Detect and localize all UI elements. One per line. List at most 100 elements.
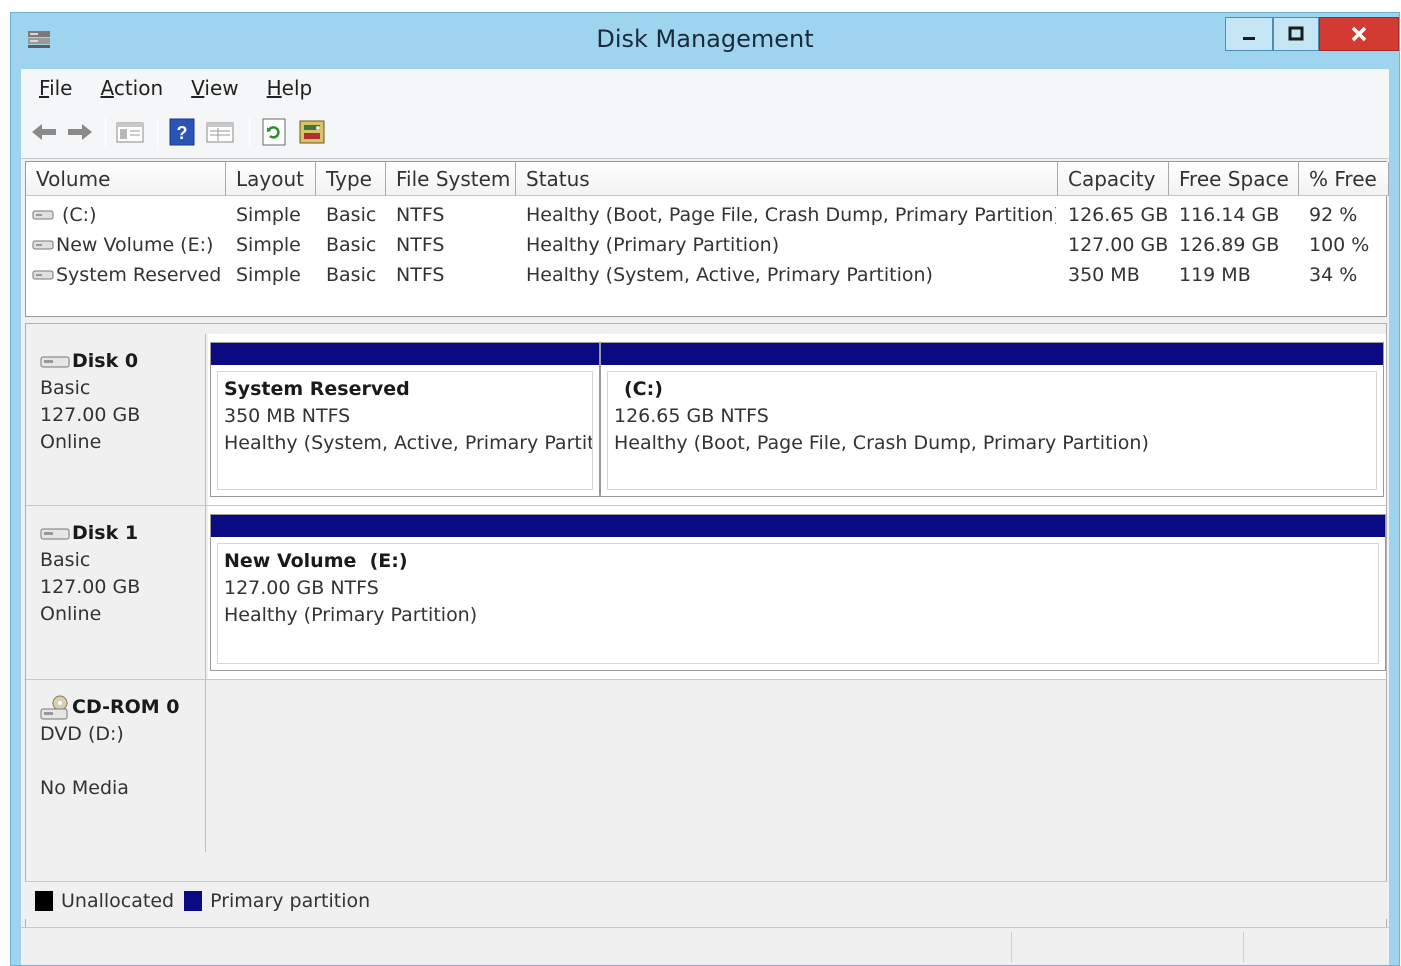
volume-name: (C:) <box>62 204 97 226</box>
back-icon[interactable] <box>29 117 59 147</box>
close-button[interactable] <box>1319 17 1399 51</box>
disk-state: Online <box>40 431 102 453</box>
refresh-icon[interactable] <box>259 117 289 147</box>
column-header-capacity[interactable]: Capacity <box>1058 162 1169 196</box>
svg-text:?: ? <box>177 123 188 143</box>
volume-status: Healthy (Boot, Page File, Crash Dump, Pr… <box>526 204 1056 226</box>
status-bar-panel <box>1243 932 1244 962</box>
legend-bar: Unallocated Primary partition <box>25 881 1387 919</box>
volume-free-space: 126.89 GB <box>1179 234 1280 256</box>
partition-system-reserved[interactable]: System Reserved 350 MB NTFS Healthy (Sys… <box>210 342 600 497</box>
disk-partitions-area: New Volume (E:) 127.00 GB NTFS Healthy (… <box>208 506 1386 679</box>
properties-icon[interactable] <box>205 117 235 147</box>
table-row[interactable]: System Reserved <box>32 260 226 290</box>
volume-file-system: NTFS <box>396 204 445 226</box>
column-header-volume[interactable]: Volume <box>26 162 226 196</box>
disk-row-cdrom-0: CD-ROM 0 DVD (D:) No Media <box>26 680 1386 852</box>
volume-percent-free: 34 % <box>1309 264 1358 286</box>
volume-file-system: NTFS <box>396 234 445 256</box>
partition-details: New Volume (E:) 127.00 GB NTFS Healthy (… <box>217 543 1379 664</box>
primary-partition-bar <box>211 343 599 365</box>
partition-size: 127.00 GB NTFS <box>224 577 379 599</box>
primary-partition-bar <box>211 515 1385 537</box>
volume-status: Healthy (Primary Partition) <box>526 234 780 256</box>
disk-info-panel[interactable]: Disk 1 Basic 127.00 GB Online <box>26 506 206 679</box>
volume-type: Basic <box>326 264 377 286</box>
column-header-type[interactable]: Type <box>316 162 386 196</box>
menu-action[interactable]: Action <box>100 76 163 100</box>
disk-graphical-view: Disk 0 Basic 127.00 GB Online System Res… <box>25 323 1387 949</box>
disk-type: Basic <box>40 377 91 399</box>
table-row[interactable]: New Volume (E:) <box>32 230 226 260</box>
menu-help[interactable]: Help <box>267 76 313 100</box>
table-row[interactable]: (C:) <box>32 200 226 230</box>
volume-layout: Simple <box>236 204 301 226</box>
toolbar: ? <box>21 107 1389 159</box>
cd-drive-icon <box>40 695 68 719</box>
volume-capacity: 127.00 GB <box>1068 234 1169 256</box>
legend-unallocated: Unallocated <box>61 889 175 912</box>
forward-icon[interactable] <box>65 117 95 147</box>
disk-name: Disk 0 <box>72 350 139 372</box>
volume-type: Basic <box>326 234 377 256</box>
toolbar-separator <box>105 117 106 149</box>
partition-status: Healthy (System, Active, Primary Partiti <box>224 432 593 454</box>
disk-size: 127.00 GB <box>40 404 141 426</box>
volume-drive-icon <box>32 240 54 250</box>
help-icon[interactable]: ? <box>167 117 197 147</box>
menu-file[interactable]: File <box>39 76 72 100</box>
volume-drive-icon <box>32 270 54 280</box>
close-icon <box>1351 26 1367 42</box>
column-header-percent-free[interactable]: % Free <box>1299 162 1389 196</box>
volume-type: Basic <box>326 204 377 226</box>
volume-percent-free: 92 % <box>1309 204 1358 226</box>
cdrom-drive: DVD (D:) <box>40 723 124 745</box>
partition-size: 350 MB NTFS <box>224 405 351 427</box>
partition-name: System Reserved <box>224 378 410 400</box>
column-header-status[interactable]: Status <box>516 162 1058 196</box>
volume-capacity: 350 MB <box>1068 264 1140 286</box>
volume-status: Healthy (System, Active, Primary Partiti… <box>526 264 933 286</box>
partition-status: Healthy (Boot, Page File, Crash Dump, Pr… <box>614 432 1149 454</box>
partition-size: 126.65 GB NTFS <box>614 405 769 427</box>
partition-c-drive[interactable]: (C:) 126.65 GB NTFS Healthy (Boot, Page … <box>600 342 1384 497</box>
cdrom-info-panel[interactable]: CD-ROM 0 DVD (D:) No Media <box>26 680 206 852</box>
toolbar-separator <box>249 117 250 149</box>
partition-name: (C:) <box>624 378 663 400</box>
disk-info-panel[interactable]: Disk 0 Basic 127.00 GB Online <box>26 334 206 505</box>
primary-partition-swatch <box>184 890 203 911</box>
disk-type: Basic <box>40 549 91 571</box>
show-hide-console-tree-icon[interactable] <box>115 117 145 147</box>
hard-disk-icon <box>40 356 70 367</box>
column-header-free-space[interactable]: Free Space <box>1169 162 1299 196</box>
disk-name: Disk 1 <box>72 522 139 544</box>
hard-disk-icon <box>40 528 70 539</box>
status-bar-panel <box>1011 932 1012 962</box>
window-title: Disk Management <box>596 25 814 53</box>
maximize-icon <box>1288 26 1304 41</box>
partition-status: Healthy (Primary Partition) <box>224 604 478 626</box>
column-header-layout[interactable]: Layout <box>226 162 316 196</box>
disk-management-window: Disk Management File Action View Help ? … <box>10 12 1400 966</box>
minimize-icon <box>1243 37 1255 40</box>
maximize-button[interactable] <box>1273 17 1319 51</box>
cdrom-media: No Media <box>40 777 129 799</box>
status-bar <box>21 927 1389 965</box>
toolbar-separator <box>157 117 158 149</box>
column-header-file-system[interactable]: File System <box>386 162 516 196</box>
primary-partition-bar <box>601 343 1383 365</box>
volume-layout: Simple <box>236 264 301 286</box>
disk-wizard-icon[interactable] <box>297 117 327 147</box>
minimize-button[interactable] <box>1225 17 1273 51</box>
partition-name: New Volume (E:) <box>224 550 408 572</box>
unallocated-swatch <box>35 890 53 911</box>
title-bar: Disk Management <box>11 13 1399 69</box>
legend-primary-partition: Primary partition <box>210 889 371 912</box>
menu-view[interactable]: View <box>191 76 238 100</box>
partition-new-volume-e[interactable]: New Volume (E:) 127.00 GB NTFS Healthy (… <box>210 514 1386 671</box>
client-area: File Action View Help ? Volume Layout Ty… <box>21 69 1389 965</box>
volume-free-space: 119 MB <box>1179 264 1251 286</box>
disk-size: 127.00 GB <box>40 576 141 598</box>
volume-file-system: NTFS <box>396 264 445 286</box>
